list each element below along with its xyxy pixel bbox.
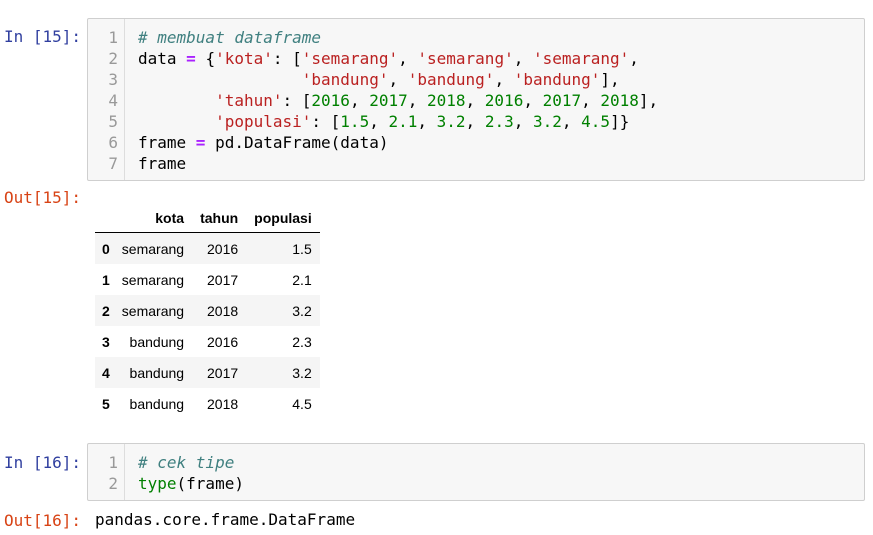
cell-populasi: 2.3 bbox=[292, 333, 312, 350]
row-index: 4 bbox=[102, 364, 110, 381]
cell-tahun: 2017 bbox=[207, 271, 239, 288]
row-index: 0 bbox=[102, 240, 110, 257]
line-number: 7 bbox=[108, 154, 118, 173]
line-number: 2 bbox=[108, 49, 118, 68]
cell-populasi: 4.5 bbox=[292, 395, 312, 412]
row-index: 2 bbox=[102, 302, 110, 319]
code-line[interactable]: 'tahun': [2016, 2017, 2018, 2016, 2017, … bbox=[138, 90, 658, 111]
cell-kota: bandung bbox=[129, 333, 185, 350]
line-number: 1 bbox=[108, 453, 118, 472]
line-number: 5 bbox=[108, 112, 118, 131]
row-index: 3 bbox=[102, 333, 110, 350]
column-header-tahun: tahun bbox=[192, 204, 247, 233]
cell-tahun: 2016 bbox=[207, 240, 239, 257]
column-header-populasi: populasi bbox=[246, 204, 320, 233]
cell-populasi: 1.5 bbox=[292, 240, 312, 257]
cell-16-in-prompt: In [16]: bbox=[4, 453, 82, 472]
cell-16-out-prompt: Out[16]: bbox=[4, 511, 82, 530]
cell-kota: semarang bbox=[121, 240, 185, 257]
index-header bbox=[95, 204, 114, 233]
cell-15-out-prompt: Out[15]: bbox=[4, 188, 82, 207]
table-row: 4 bandung 2017 3.2 bbox=[95, 357, 320, 388]
line-number: 2 bbox=[108, 474, 118, 493]
column-header-kota: kota bbox=[113, 204, 193, 233]
line-number-gutter: 1 2 bbox=[88, 444, 125, 500]
cell-tahun: 2018 bbox=[207, 395, 239, 412]
code-cell-15[interactable]: 1 2 3 4 5 6 7 # membuat dataframe data =… bbox=[87, 18, 865, 181]
cell-populasi: 3.2 bbox=[292, 364, 312, 381]
line-number: 1 bbox=[108, 28, 118, 47]
code-line[interactable]: 'populasi': [1.5, 2.1, 3.2, 2.3, 3.2, 4.… bbox=[138, 111, 629, 132]
code-line[interactable]: frame = pd.DataFrame(data) bbox=[138, 132, 388, 153]
line-number: 3 bbox=[108, 70, 118, 89]
code-line[interactable]: 'bandung', 'bandung', 'bandung'], bbox=[138, 69, 620, 90]
line-number: 6 bbox=[108, 133, 118, 152]
cell-15-in-prompt: In [15]: bbox=[4, 27, 82, 46]
table-row: 3 bandung 2016 2.3 bbox=[95, 326, 320, 357]
code-line[interactable]: # cek tipe bbox=[138, 452, 234, 473]
line-number: 4 bbox=[108, 91, 118, 110]
line-number-gutter: 1 2 3 4 5 6 7 bbox=[88, 19, 125, 180]
cell-16-output-text: pandas.core.frame.DataFrame bbox=[95, 510, 356, 529]
cell-kota: semarang bbox=[121, 271, 185, 288]
cell-tahun: 2016 bbox=[207, 333, 239, 350]
table-header-row: kota tahun populasi bbox=[95, 204, 320, 233]
cell-kota: bandung bbox=[129, 395, 185, 412]
code-cell-16[interactable]: 1 2 # cek tipe type(frame) bbox=[87, 443, 865, 501]
cell-populasi: 3.2 bbox=[292, 302, 312, 319]
cell-kota: bandung bbox=[129, 364, 185, 381]
table-row: 5 bandung 2018 4.5 bbox=[95, 388, 320, 419]
row-index: 5 bbox=[102, 395, 110, 412]
row-index: 1 bbox=[102, 271, 110, 288]
code-line[interactable]: frame bbox=[138, 153, 186, 174]
cell-populasi: 2.1 bbox=[292, 271, 312, 288]
table-row: 1 semarang 2017 2.1 bbox=[95, 264, 320, 295]
table-row: 0 semarang 2016 1.5 bbox=[95, 232, 320, 264]
code-line[interactable]: data = {'kota': ['semarang', 'semarang',… bbox=[138, 48, 639, 69]
cell-tahun: 2018 bbox=[207, 302, 239, 319]
code-line[interactable]: # membuat dataframe bbox=[138, 27, 321, 48]
table-row: 2 semarang 2018 3.2 bbox=[95, 295, 320, 326]
cell-kota: semarang bbox=[121, 302, 185, 319]
cell-tahun: 2017 bbox=[207, 364, 239, 381]
dataframe-output-table: kota tahun populasi 0 semarang 2016 1.5 … bbox=[95, 204, 320, 419]
code-line[interactable]: type(frame) bbox=[138, 473, 244, 494]
